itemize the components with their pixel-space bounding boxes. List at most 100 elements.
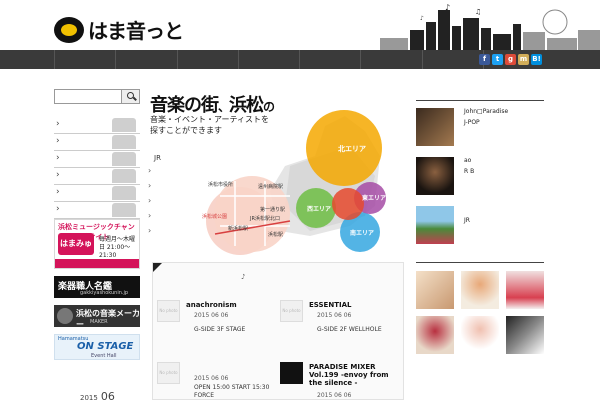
onstage-banner[interactable]: Hamamatsu ON STAGE Event Hall bbox=[54, 334, 140, 360]
site-logo[interactable]: はま音っと bbox=[54, 15, 184, 44]
artist-photo bbox=[416, 108, 454, 146]
artist-item[interactable]: JR bbox=[416, 206, 544, 246]
jr-label: JR bbox=[154, 154, 161, 162]
category-list bbox=[54, 117, 140, 219]
area-map: 浜松市役所 遠州病院駅 第一通り駅 JR浜松駅北口 浜松駅 新浜松駅 浜松城公園… bbox=[202, 110, 386, 255]
svg-text:♪: ♪ bbox=[445, 3, 450, 12]
banner-subtitle: MAKER bbox=[90, 319, 108, 325]
map-label: 浜松駅 bbox=[268, 231, 283, 238]
gallery-photo[interactable] bbox=[416, 271, 454, 309]
area-north-label: 北エリア bbox=[338, 144, 366, 153]
area-link[interactable]: › bbox=[148, 181, 151, 196]
event-item[interactable]: No photo ESSENTIAL 2015 06 06 G-SIDE 2F … bbox=[275, 262, 395, 333]
artist-name: ao bbox=[464, 157, 472, 164]
banner-footer-bar bbox=[55, 259, 139, 268]
event-thumbnail: No photo bbox=[157, 362, 180, 384]
banner-logo: はまみゅ bbox=[58, 233, 94, 255]
site-header: はま音っと ♪ ♫ ♪ bbox=[0, 0, 600, 50]
event-date: 2015 06 06 bbox=[317, 312, 352, 319]
area-link-list: › › › › › bbox=[148, 166, 151, 241]
search-form bbox=[54, 89, 140, 104]
nav-item[interactable] bbox=[54, 50, 115, 69]
area-link[interactable]: › bbox=[148, 196, 151, 211]
google-plus-icon[interactable]: g bbox=[505, 54, 516, 65]
area-east-label: 東エリア bbox=[362, 194, 386, 202]
building-illustration-icon bbox=[112, 203, 136, 217]
map-label: 新浜松駅 bbox=[228, 225, 248, 232]
map-label: JR浜松駅北口 bbox=[249, 215, 280, 222]
nav-item[interactable] bbox=[360, 50, 421, 69]
area-link[interactable]: › bbox=[148, 166, 151, 181]
category-item[interactable] bbox=[54, 134, 140, 151]
search-input[interactable] bbox=[55, 90, 121, 103]
social-share-buttons: f t g m B! bbox=[479, 54, 542, 65]
nav-item[interactable] bbox=[176, 50, 238, 69]
gallery-photo[interactable] bbox=[506, 316, 544, 354]
map-label: 浜松市役所 bbox=[208, 181, 233, 188]
instrument-craftsman-banner[interactable]: 楽器職人名鑑 gakkiyashokunin.jp bbox=[54, 276, 140, 298]
category-item[interactable] bbox=[54, 117, 140, 134]
nav-item[interactable] bbox=[237, 50, 299, 69]
nav-item[interactable] bbox=[299, 50, 360, 69]
event-description: OPEN 15:00 START 15:30 FORCE bbox=[194, 384, 270, 399]
event-title: ESSENTIAL bbox=[309, 301, 352, 309]
event-item[interactable]: No photo anachronism 2015 06 06 G-SIDE 3… bbox=[152, 262, 272, 333]
area-link[interactable]: › bbox=[148, 211, 151, 226]
category-item[interactable] bbox=[54, 202, 140, 219]
band-illustration-icon bbox=[112, 118, 136, 132]
nav-bar: f t g m B! bbox=[0, 50, 600, 69]
twitter-icon[interactable]: t bbox=[492, 54, 503, 65]
nav-menu bbox=[54, 50, 544, 69]
artist-genre: JR bbox=[464, 217, 470, 224]
map-label: 第一通り駅 bbox=[260, 206, 285, 213]
music-maker-banner[interactable]: 浜松の音楽メーカー MAKER bbox=[54, 305, 140, 329]
map-label: 遠州病院駅 bbox=[258, 183, 283, 190]
artist-item[interactable]: ao R B bbox=[416, 157, 544, 197]
singer-illustration-icon bbox=[112, 135, 136, 149]
artist-item[interactable]: John□Paradise J-POP bbox=[416, 108, 544, 148]
event-item[interactable]: No photo 2015 06 06 OPEN 15:00 START 15:… bbox=[152, 324, 272, 399]
banner-subtitle: gakkiyashokunin.jp bbox=[80, 290, 129, 296]
svg-text:♫: ♫ bbox=[475, 8, 481, 16]
event-thumbnail: No photo bbox=[157, 300, 180, 322]
gallery-photo[interactable] bbox=[506, 271, 544, 309]
category-item[interactable] bbox=[54, 185, 140, 202]
area-south-label: 南エリア bbox=[350, 229, 374, 237]
studio-illustration-icon bbox=[112, 186, 136, 200]
artist-genre: J-POP bbox=[464, 119, 480, 126]
hatena-bookmark-icon[interactable]: B! bbox=[531, 54, 542, 65]
artist-photo bbox=[416, 206, 454, 244]
maker-icon bbox=[57, 308, 73, 324]
svg-text:♪: ♪ bbox=[420, 15, 424, 22]
hamamyu-channel-banner[interactable]: 浜松ミュージックチャンネル 公式サイト はまみゅ 毎週月〜木曜日 21:00〜2… bbox=[54, 219, 140, 269]
event-item[interactable]: PARADISE MIXER Vol.199 -envoy from the s… bbox=[275, 324, 395, 399]
banner-title: ON STAGE bbox=[77, 341, 134, 352]
event-date: 2015 06 06 bbox=[317, 392, 352, 399]
logo-text: はま音っと bbox=[88, 19, 184, 43]
banner-subtitle: Event Hall bbox=[91, 353, 117, 359]
facebook-icon[interactable]: f bbox=[479, 54, 490, 65]
category-item[interactable] bbox=[54, 151, 140, 168]
event-date: 2015 06 06 bbox=[194, 312, 229, 319]
event-thumbnail: No photo bbox=[280, 300, 303, 322]
search-icon[interactable] bbox=[121, 90, 139, 103]
artist-photo bbox=[416, 157, 454, 195]
gallery-photo[interactable] bbox=[416, 316, 454, 354]
area-link[interactable]: › bbox=[148, 226, 151, 241]
event-date: 2015 06 06 bbox=[194, 375, 229, 382]
nav-item[interactable] bbox=[115, 50, 176, 69]
gallery-photo[interactable] bbox=[461, 271, 499, 309]
mixi-icon[interactable]: m bbox=[518, 54, 529, 65]
sidebar-divider bbox=[416, 262, 544, 263]
gallery-photo[interactable] bbox=[461, 316, 499, 354]
event-title: PARADISE MIXER Vol.199 -envoy from the s… bbox=[309, 363, 389, 387]
event-flyer-thumbnail bbox=[280, 362, 303, 384]
artist-genre: R B bbox=[464, 168, 475, 175]
shop-illustration-icon bbox=[112, 169, 136, 183]
artist-gallery bbox=[416, 271, 544, 354]
calendar-date: 2015 06 bbox=[80, 390, 115, 400]
nav-item[interactable] bbox=[421, 50, 483, 69]
banner-title: 浜松の音楽メーカー bbox=[76, 309, 140, 329]
category-item[interactable] bbox=[54, 168, 140, 185]
area-center[interactable] bbox=[332, 188, 364, 220]
